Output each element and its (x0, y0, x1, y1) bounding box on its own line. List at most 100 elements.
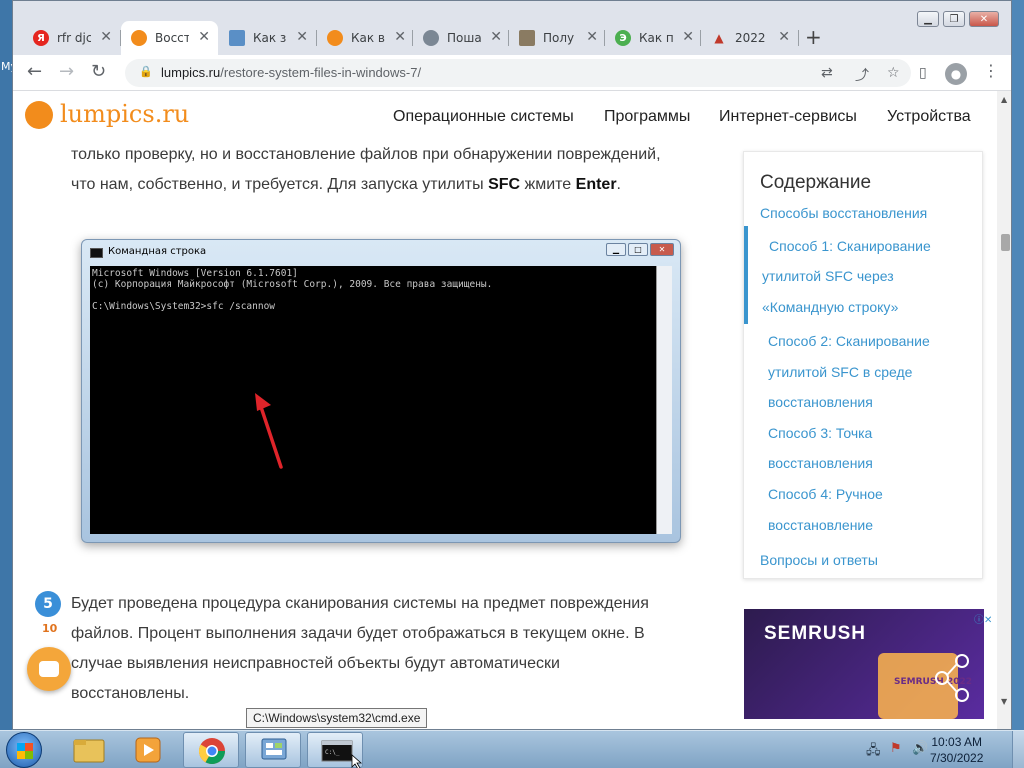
forward-arrow-icon[interactable]: → (59, 61, 74, 82)
windows-icon (229, 30, 245, 46)
toc-item-method1-line2[interactable]: утилитой SFC через (762, 261, 894, 292)
action-center-flag-icon[interactable]: ⚑ (890, 741, 902, 756)
paragraph-line: файлов. Процент выполнения задачи будет … (71, 625, 645, 642)
step-comment-count[interactable]: 10 (42, 622, 57, 635)
tab-doc[interactable]: Полу ✕ (509, 21, 606, 55)
maximize-button[interactable]: ❐ (943, 11, 965, 27)
bold-sfc: SFC (488, 176, 521, 193)
new-tab-button[interactable]: + (805, 25, 822, 49)
address-bar[interactable]: 🔒 lumpics.ru/restore-system-files-in-win… (125, 59, 911, 87)
show-desktop-button[interactable] (1012, 731, 1024, 768)
tab-separator (798, 30, 799, 46)
network-icon[interactable]: 🖧 (866, 741, 881, 763)
toc-item-method1[interactable]: Способ 1: Сканирование (769, 231, 931, 262)
tab-title: Как в (351, 31, 385, 45)
close-tab-icon[interactable]: ✕ (394, 29, 406, 45)
cmd-window-title: Командная строка (108, 246, 207, 257)
toc-item-methods[interactable]: Способы восстановления (760, 198, 927, 229)
scrollbar-thumb[interactable] (1001, 234, 1010, 251)
toc-item-method2-line3[interactable]: восстановления (768, 387, 873, 418)
close-tab-icon[interactable]: ✕ (682, 29, 694, 45)
close-tab-icon[interactable]: ✕ (778, 29, 790, 45)
url-text[interactable]: lumpics.ru/restore-system-files-in-windo… (161, 65, 421, 80)
site-header: lumpics.ru Операционные системы Программ… (13, 91, 997, 143)
site-logo[interactable]: lumpics.ru (60, 100, 189, 128)
tab-site[interactable]: Э Как п ✕ (605, 21, 702, 55)
taskbar-chrome[interactable] (183, 732, 239, 768)
page-scrollbar[interactable]: ▲ ▼ (997, 91, 1011, 729)
comments-chat-button[interactable] (27, 647, 71, 691)
lumpics-logo-icon[interactable] (25, 101, 53, 129)
semrush-ad-banner[interactable]: SEMRUSH SEMRUSH 2022 (744, 609, 984, 719)
taskbar-cmd[interactable]: C:\_ (307, 732, 363, 768)
tab-settings[interactable]: Поша ✕ (413, 21, 510, 55)
close-tab-icon[interactable]: ✕ (296, 29, 308, 45)
toc-item-method2[interactable]: Способ 2: Сканирование (768, 326, 930, 357)
close-tab-icon[interactable]: ✕ (198, 29, 210, 45)
toc-item-method4[interactable]: Способ 4: Ручное (768, 479, 883, 510)
desktop-edge: Му (0, 0, 17, 730)
toc-item-method3[interactable]: Способ 3: Точка (768, 418, 872, 449)
url-path: /restore-system-files-in-windows-7/ (220, 65, 422, 80)
tab-2022[interactable]: ▲ 2022 ✕ (701, 21, 798, 55)
tab-windows[interactable]: Как за ✕ (219, 21, 316, 55)
cmd-scrollbar (656, 266, 672, 534)
share-icon[interactable]: ⤴ (855, 65, 869, 85)
back-arrow-icon[interactable]: ← (27, 61, 42, 82)
nav-internet-services[interactable]: Интернет-сервисы (719, 108, 857, 126)
taskbar-tooltip: C:\Windows\system32\cmd.exe (246, 708, 428, 728)
tab-lumpics-2[interactable]: Как в ✕ (317, 21, 414, 55)
tab-yandex[interactable]: Я rfr djc ✕ (23, 21, 120, 55)
translate-icon[interactable]: ⇄ (821, 65, 833, 81)
start-button[interactable] (6, 732, 42, 768)
scroll-up-arrow-icon[interactable]: ▲ (1001, 95, 1007, 104)
tab-separator (700, 30, 701, 46)
table-of-contents: Содержание Способы восстановления Способ… (743, 151, 983, 579)
text-run: что нам, собственно, и требуется. Для за… (71, 176, 489, 193)
paragraph-line: только проверку, но и восстановление фай… (71, 146, 661, 163)
taskbar-control-panel[interactable] (245, 732, 301, 768)
toc-item-method4-line2[interactable]: восстановление (768, 510, 873, 541)
media-player-icon (135, 737, 161, 763)
minimize-button[interactable]: ▁ (917, 11, 939, 27)
nav-os[interactable]: Операционные системы (393, 108, 574, 126)
paragraph-line: что нам, собственно, и требуется. Для за… (71, 170, 721, 200)
warning-icon: ▲ (714, 31, 724, 45)
svg-text:C:\_: C:\_ (325, 749, 340, 756)
nav-programs[interactable]: Программы (604, 108, 690, 126)
nav-devices[interactable]: Устройства (887, 108, 971, 126)
volume-icon[interactable]: 🔊 (912, 741, 928, 756)
tab-lumpics-active[interactable]: Восст ✕ (121, 21, 218, 55)
toc-item-method3-line2[interactable]: восстановления (768, 448, 873, 479)
close-window-button[interactable]: ✕ (969, 11, 999, 27)
article-paragraph-top: только проверку, но и восстановление фай… (71, 140, 721, 200)
folder-icon (73, 739, 105, 763)
system-clock[interactable]: 10:03 AM 7/30/2022 (930, 734, 983, 766)
clock-time: 10:03 AM (931, 735, 983, 749)
lumpics-icon (327, 30, 343, 46)
close-tab-icon[interactable]: ✕ (586, 29, 598, 45)
taskbar-media-player[interactable] (120, 732, 176, 768)
paragraph-line: восстановлены. (71, 685, 190, 702)
control-panel-icon (261, 738, 287, 760)
profile-avatar-icon[interactable]: ● (945, 63, 967, 85)
taskbar-explorer[interactable] (60, 732, 116, 768)
close-tab-icon[interactable]: ✕ (490, 29, 502, 45)
toc-item-method2-line2[interactable]: утилитой SFC в среде (768, 357, 912, 388)
side-panel-icon[interactable]: ▯ (919, 65, 927, 81)
tab-separator (508, 30, 509, 46)
bookmark-star-icon[interactable]: ☆ (887, 65, 900, 81)
toc-active-marker (744, 226, 748, 324)
cmd-close-icon: ✕ (650, 243, 674, 256)
toc-item-method1-line3[interactable]: «Командную строку» (762, 292, 898, 323)
site-icon: Э (615, 30, 631, 46)
menu-kebab-icon[interactable]: ⋮ (983, 61, 999, 80)
tab-title: Полу (543, 31, 575, 45)
lock-icon[interactable]: 🔒 (139, 65, 153, 78)
toc-item-faq[interactable]: Вопросы и ответы (760, 545, 878, 576)
toc-heading: Содержание (760, 172, 872, 193)
scroll-down-arrow-icon[interactable]: ▼ (1001, 697, 1007, 706)
close-tab-icon[interactable]: ✕ (100, 29, 112, 45)
reload-icon[interactable]: ↻ (91, 61, 106, 82)
ad-info-close-icon[interactable]: ⓘ✕ (974, 611, 992, 626)
